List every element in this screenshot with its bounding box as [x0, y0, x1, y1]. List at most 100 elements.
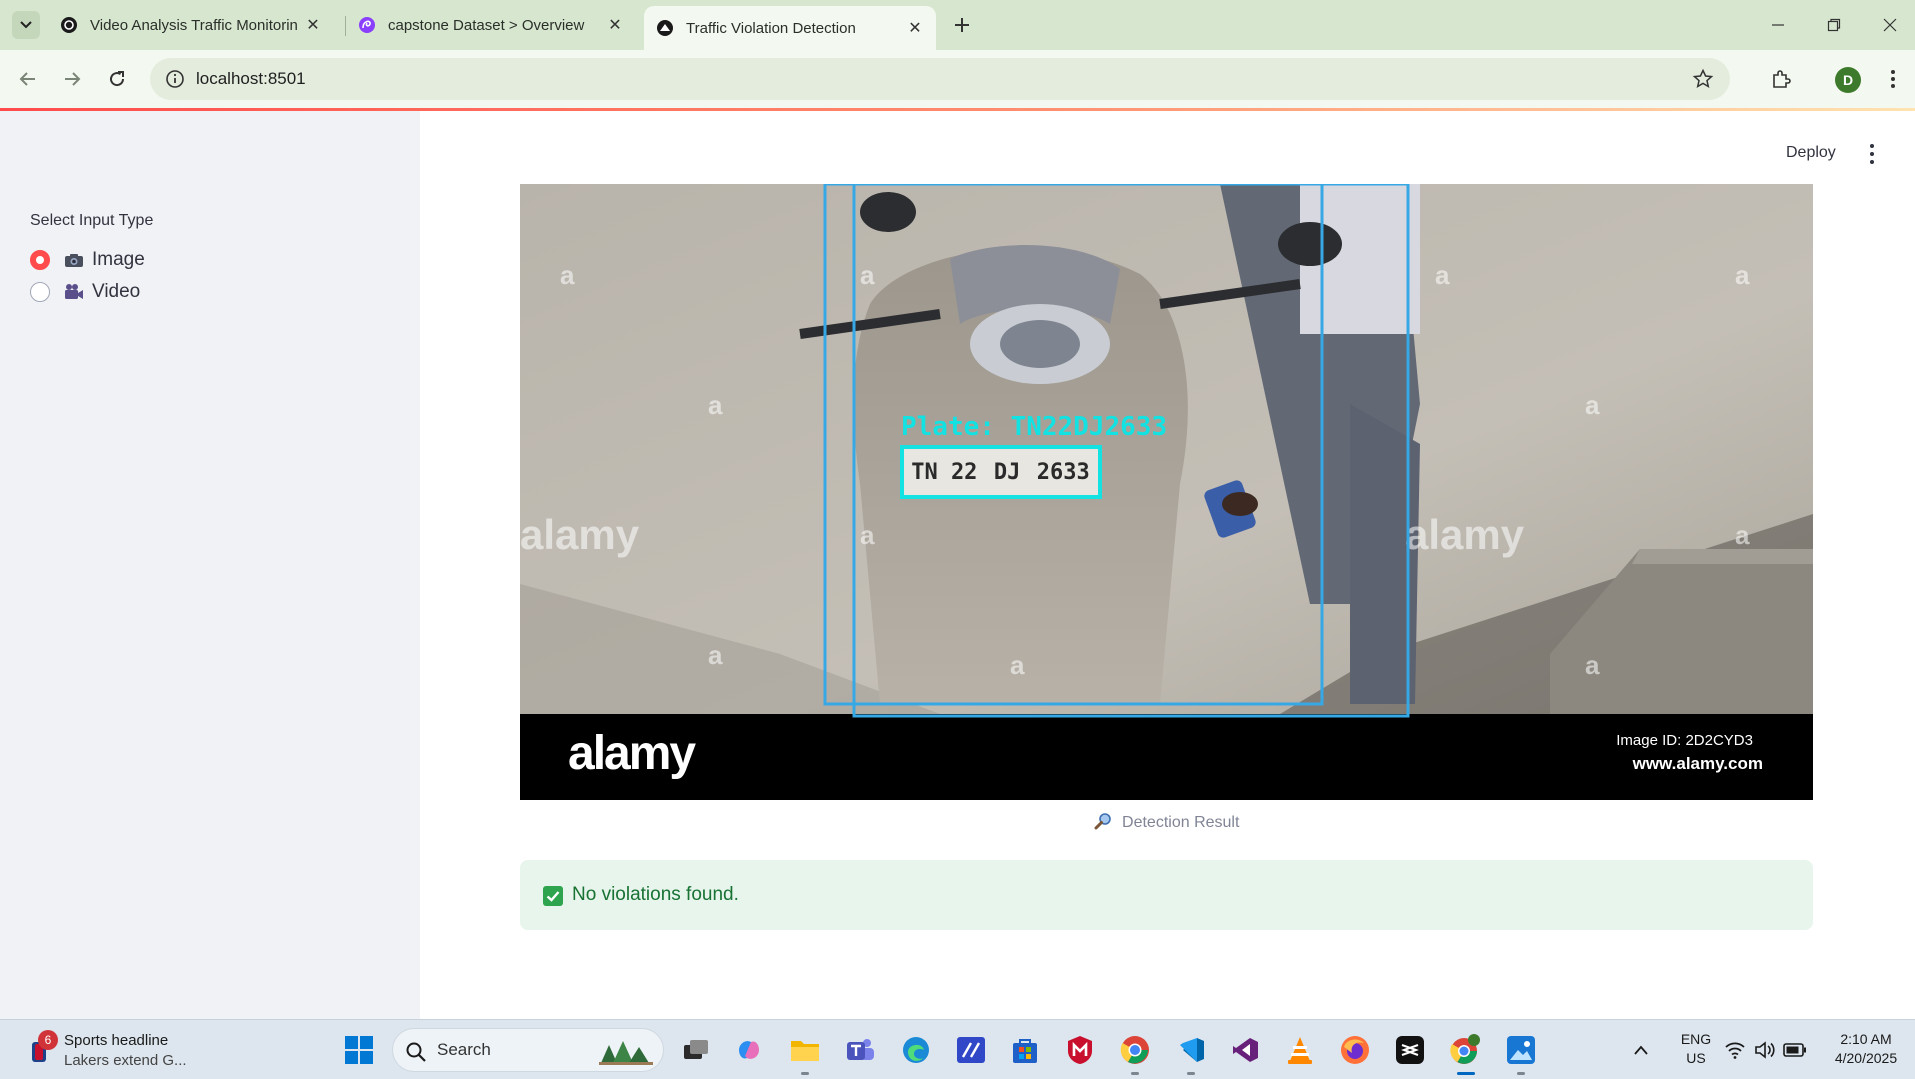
- teams-icon[interactable]: [844, 1034, 876, 1066]
- forward-button[interactable]: [56, 63, 88, 95]
- site-info-icon[interactable]: [164, 68, 186, 90]
- source-site-text: www.alamy.com: [1632, 754, 1763, 773]
- close-icon[interactable]: ✕: [604, 14, 626, 36]
- radio-button-checked[interactable]: [30, 250, 50, 270]
- wifi-icon[interactable]: [1719, 1034, 1751, 1066]
- new-tab-button[interactable]: [948, 11, 976, 39]
- close-window-button[interactable]: [1867, 10, 1913, 40]
- back-button[interactable]: [12, 63, 44, 95]
- search-placeholder: Search: [437, 1040, 491, 1059]
- deploy-button[interactable]: Deploy: [1786, 144, 1836, 162]
- bookmark-star-icon[interactable]: [1692, 68, 1714, 90]
- roboflow-icon: [359, 17, 375, 33]
- battery-icon[interactable]: [1779, 1034, 1811, 1066]
- plate-segment: 2633: [1036, 459, 1090, 485]
- image-id-text: Image ID: 2D2CYD3: [1616, 732, 1753, 749]
- clock-date: 4/20/2025: [1834, 1050, 1898, 1066]
- chrome-profile-icon[interactable]: [1449, 1034, 1481, 1066]
- alert-message: No violations found.: [572, 884, 739, 905]
- svg-text:a: a: [1735, 520, 1750, 550]
- firefox-icon[interactable]: [1339, 1034, 1371, 1066]
- running-indicator: [1131, 1072, 1139, 1075]
- license-plate: TN 22 DJ 2633: [903, 448, 1098, 496]
- dot: [1870, 160, 1874, 164]
- photos-app-icon[interactable]: [1505, 1034, 1537, 1066]
- camera-icon: [64, 250, 84, 270]
- reload-button[interactable]: [101, 63, 133, 95]
- tab-video-analysis[interactable]: Video Analysis Traffic Monitorin ✕: [48, 6, 334, 44]
- clock-time: 2:10 AM: [1840, 1031, 1892, 1047]
- active-app-indicator: [1457, 1072, 1475, 1075]
- show-hidden-icons-button[interactable]: [1625, 1034, 1657, 1066]
- tab-search-button[interactable]: [12, 11, 40, 39]
- image-caption: Detection Result: [520, 812, 1813, 832]
- svg-text:a: a: [1585, 390, 1600, 420]
- taskbar-search[interactable]: Search: [392, 1028, 664, 1072]
- task-view-icon[interactable]: [680, 1034, 712, 1066]
- windows-taskbar: 6 Sports headline Lakers extend G... Sea…: [0, 1019, 1915, 1079]
- svg-text:a: a: [860, 520, 875, 550]
- copilot-icon[interactable]: [733, 1034, 765, 1066]
- tab-capstone-dataset[interactable]: capstone Dataset > Overview ✕: [346, 6, 636, 44]
- arrow-right-icon: [65, 72, 81, 86]
- ms-math-app-icon[interactable]: [955, 1034, 987, 1066]
- check-box-icon: [543, 886, 563, 906]
- profile-avatar[interactable]: D: [1835, 67, 1861, 93]
- browser-menu-button[interactable]: [1878, 64, 1908, 94]
- radio-label: Video: [92, 281, 141, 302]
- plate-detection-label: Plate: TN22DJ2633: [901, 412, 1168, 442]
- radio-option-image[interactable]: Image: [30, 247, 145, 273]
- running-indicator: [1517, 1072, 1525, 1075]
- browser-tab-strip: Video Analysis Traffic Monitorin ✕ capst…: [0, 0, 1915, 50]
- svg-text:a: a: [1010, 650, 1025, 680]
- streamlit-icon: [657, 20, 673, 36]
- news-headline: Sports headline: [64, 1032, 169, 1049]
- minimize-icon: [1772, 24, 1784, 26]
- reload-icon: [110, 71, 125, 87]
- close-icon: [1883, 18, 1897, 32]
- radio-button-unchecked[interactable]: [30, 282, 50, 302]
- tab-title: capstone Dataset > Overview: [388, 16, 585, 34]
- url-text[interactable]: localhost:8501: [196, 58, 306, 100]
- plate-segment: TN 22: [911, 459, 978, 485]
- chevron-down-icon: [20, 21, 32, 29]
- mcafee-icon[interactable]: [1064, 1034, 1096, 1066]
- edge-icon[interactable]: [900, 1034, 932, 1066]
- language-code: ENG: [1680, 1031, 1712, 1047]
- svg-text:alamy: alamy: [520, 511, 640, 558]
- address-bar[interactable]: localhost:8501: [150, 58, 1730, 100]
- tab-traffic-violation-detection[interactable]: Traffic Violation Detection ✕: [644, 6, 936, 50]
- ms-store-icon[interactable]: [1009, 1034, 1041, 1066]
- tab-title: Traffic Violation Detection: [686, 19, 856, 37]
- extensions-button[interactable]: [1766, 64, 1796, 94]
- close-icon[interactable]: ✕: [904, 17, 926, 39]
- system-clock[interactable]: 2:10 AM 4/20/2025: [1826, 1030, 1906, 1068]
- vlc-icon[interactable]: [1284, 1034, 1316, 1066]
- minimize-button[interactable]: [1755, 10, 1801, 40]
- svg-text:a: a: [708, 390, 723, 420]
- running-indicator: [801, 1072, 809, 1075]
- plate-segment: DJ: [993, 459, 1021, 485]
- file-explorer-icon[interactable]: [789, 1034, 821, 1066]
- radio-option-video[interactable]: Video: [30, 279, 140, 305]
- region-code: US: [1686, 1050, 1706, 1066]
- chrome-icon[interactable]: [1119, 1034, 1151, 1066]
- input-language-indicator[interactable]: ENG US: [1676, 1030, 1716, 1068]
- caption-text: Detection Result: [1122, 814, 1240, 831]
- success-alert: No violations found.: [520, 860, 1813, 930]
- vscode-icon[interactable]: [1175, 1034, 1207, 1066]
- volume-icon[interactable]: [1749, 1034, 1781, 1066]
- svg-text:a: a: [860, 260, 875, 290]
- app-menu-button[interactable]: [1862, 140, 1882, 168]
- detection-result-image: a a a a a a a a a a a alamy alamy TN 22: [520, 184, 1813, 800]
- visual-studio-icon[interactable]: [1229, 1034, 1261, 1066]
- svg-text:a: a: [1735, 260, 1750, 290]
- notification-badge: 6: [38, 1030, 58, 1050]
- news-widget[interactable]: 6 Sports headline Lakers extend G...: [26, 1028, 206, 1072]
- windows-start-icon[interactable]: [345, 1036, 373, 1064]
- restore-button[interactable]: [1811, 10, 1857, 40]
- app-sidebar: Select Input Type Image Video: [0, 111, 420, 1019]
- radio-label: Image: [92, 249, 145, 270]
- capcut-icon[interactable]: [1394, 1034, 1426, 1066]
- close-icon[interactable]: ✕: [302, 14, 324, 36]
